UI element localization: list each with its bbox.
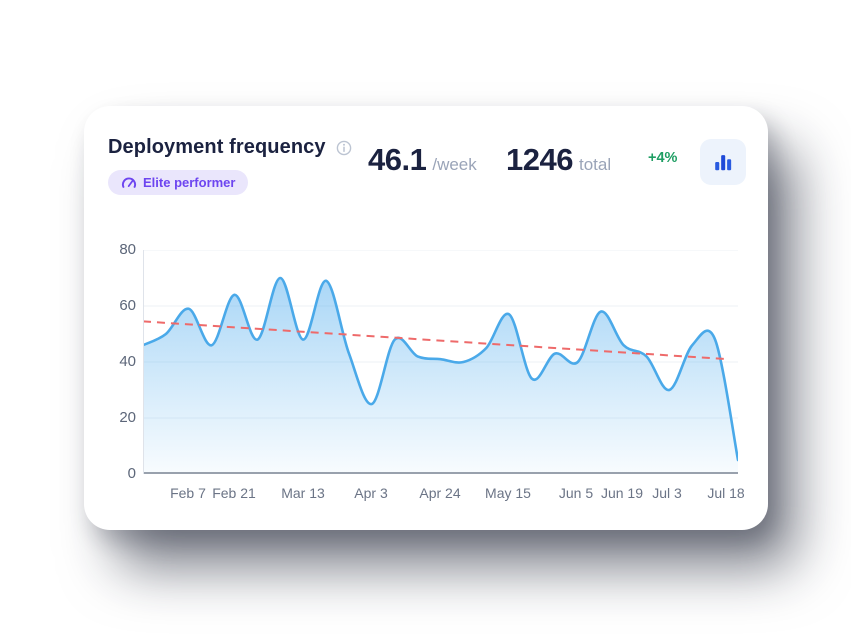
x-tick-label: Apr 3 [336,484,406,502]
y-tick-label: 60 [84,297,136,315]
bar-chart-icon [712,151,734,173]
total-unit: total [579,155,611,175]
total-stat: 1246 total [506,142,611,178]
y-tick-label: 40 [84,353,136,371]
rate-stat: 46.1 /week [368,142,477,178]
total-value: 1246 [506,142,573,178]
y-tick-label: 0 [84,465,136,483]
x-tick-label: Apr 24 [405,484,475,502]
gauge-icon [121,176,137,189]
bar-chart-button[interactable] [700,139,746,185]
card-title-row: Deployment frequency [108,136,352,159]
deployment-frequency-card: Deployment frequency Elite performer 46.… [84,106,768,530]
y-tick-label: 80 [84,241,136,259]
deployment-frequency-chart [143,250,738,474]
y-tick-label: 20 [84,409,136,427]
status-badge-label: Elite performer [143,175,235,190]
delta-badge: +4% [648,150,677,166]
area-fill [143,278,738,474]
rate-unit: /week [432,155,476,175]
info-icon[interactable] [336,140,352,156]
status-badge: Elite performer [108,170,248,195]
card-title: Deployment frequency [108,136,326,159]
rate-value: 46.1 [368,142,426,178]
x-tick-label: Feb 21 [199,484,269,502]
x-tick-label: Mar 13 [268,484,338,502]
x-tick-label: May 15 [473,484,543,502]
x-tick-label: Jul 18 [691,484,761,502]
